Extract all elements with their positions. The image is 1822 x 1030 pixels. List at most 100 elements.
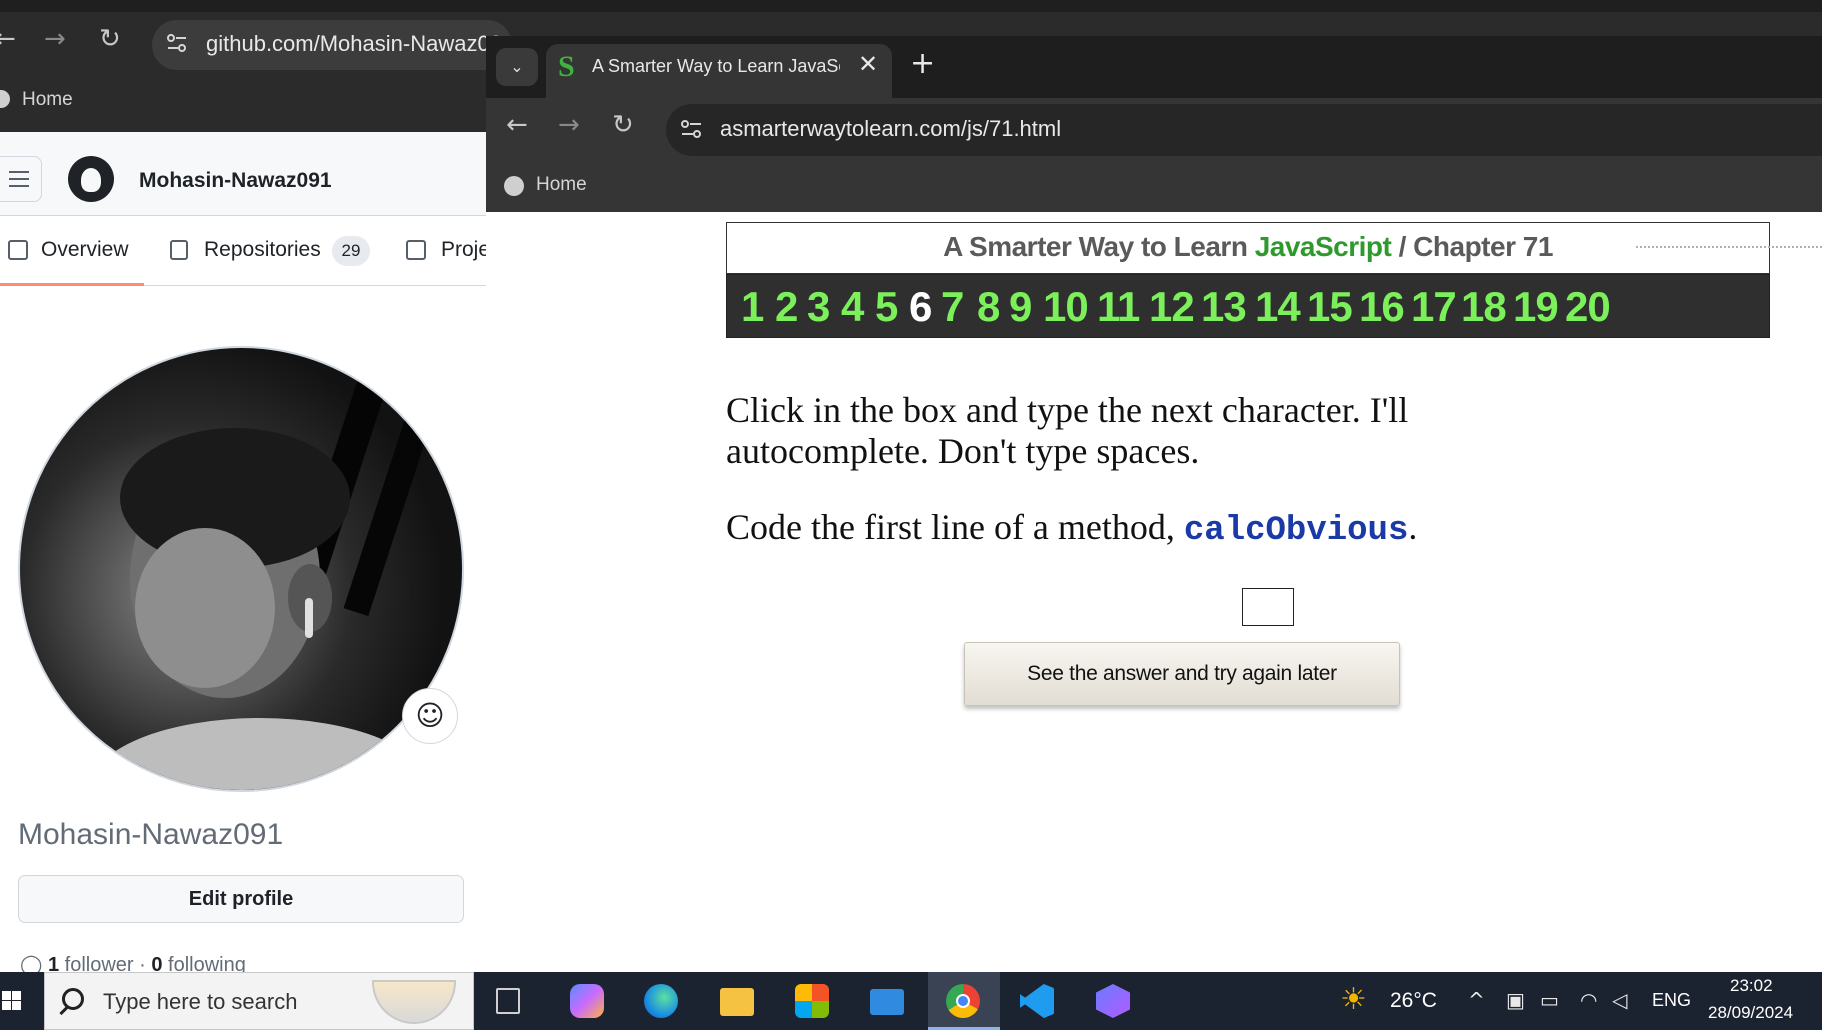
- taskbar: Type here to search ☀ 26°C ^ ▣ ▭ ◠ ◁ ENG…: [0, 972, 1822, 1030]
- chapter-exercise-link[interactable]: 10: [1043, 283, 1089, 331]
- repo-icon: [170, 240, 188, 260]
- clock-date[interactable]: 28/09/2024: [1708, 1003, 1793, 1023]
- followers-label[interactable]: follower: [65, 954, 134, 972]
- back-arrow-icon[interactable]: ←: [0, 26, 16, 52]
- volume-icon[interactable]: ◁: [1612, 988, 1627, 1012]
- bookmarks-bar: [486, 162, 1822, 212]
- language-indicator[interactable]: ENG: [1652, 990, 1691, 1011]
- reload-icon[interactable]: ↻: [612, 112, 634, 138]
- clock-time[interactable]: 23:02: [1730, 976, 1773, 996]
- chapter-exercise-link[interactable]: 12: [1149, 283, 1195, 331]
- reload-icon[interactable]: ↻: [99, 26, 121, 52]
- smarter-way-favicon-icon: S: [558, 50, 575, 83]
- chapter-exercise-link[interactable]: 13: [1201, 283, 1247, 331]
- site-settings-icon[interactable]: [166, 32, 188, 54]
- instruction-text: Click in the box and type the next chara…: [726, 390, 1409, 471]
- edit-profile-button[interactable]: Edit profile: [18, 875, 464, 923]
- see-answer-button[interactable]: See the answer and try again later: [964, 642, 1400, 706]
- edge-icon[interactable]: [644, 984, 678, 1018]
- site-settings-icon[interactable]: [680, 117, 704, 141]
- following-count[interactable]: 0: [151, 954, 162, 972]
- copilot-icon[interactable]: [570, 984, 604, 1018]
- bookmark-home[interactable]: Home: [22, 89, 73, 111]
- globe-icon: [504, 176, 524, 196]
- tab-title[interactable]: A Smarter Way to Learn JavaScri: [592, 56, 840, 77]
- chapter-exercise-link[interactable]: 18: [1461, 283, 1507, 331]
- task-view-icon[interactable]: [496, 988, 520, 1014]
- back-url-text[interactable]: github.com/Mohasin-Nawaz09: [206, 31, 502, 57]
- chapter-exercise-link[interactable]: 6: [909, 283, 932, 331]
- chapter-exercise-link[interactable]: 16: [1359, 283, 1405, 331]
- vscode-icon[interactable]: [1020, 984, 1054, 1018]
- chapter-exercise-link[interactable]: 2: [775, 283, 798, 331]
- header-chapter: / Chapter 71: [1398, 231, 1554, 262]
- page-header: A Smarter Way to Learn JavaScript / Chap…: [726, 222, 1770, 274]
- followers-line: ◯ 1 follower · 0 following: [20, 952, 246, 972]
- table-icon: [406, 240, 426, 260]
- header-javascript: JavaScript: [1254, 231, 1392, 262]
- wifi-icon[interactable]: ◠: [1580, 988, 1597, 1012]
- chapter-exercise-link[interactable]: 5: [875, 283, 898, 331]
- chapter-exercise-link[interactable]: 11: [1097, 283, 1140, 331]
- header-username[interactable]: Mohasin-Nawaz091: [139, 169, 332, 193]
- hamburger-menu-button[interactable]: [0, 156, 42, 202]
- chapter-exercise-link[interactable]: 17: [1411, 283, 1457, 331]
- search-icon: [62, 988, 84, 1010]
- forward-arrow-icon[interactable]: →: [44, 26, 66, 52]
- windows-start-button[interactable]: [0, 972, 44, 1030]
- tab-projects[interactable]: Proje: [441, 238, 486, 262]
- back-tab-strip: [0, 0, 1822, 12]
- profile-username: Mohasin-Nawaz091: [18, 818, 284, 851]
- smiley-icon[interactable]: ☺: [402, 688, 458, 744]
- battery-icon[interactable]: ▭: [1540, 988, 1559, 1012]
- github-logo-icon[interactable]: [68, 156, 114, 202]
- copilot-app-icon[interactable]: [1096, 984, 1130, 1018]
- chapter-exercise-link[interactable]: 8: [977, 283, 1000, 331]
- close-tab-icon[interactable]: ✕: [858, 50, 878, 78]
- camera-icon[interactable]: ▣: [1506, 988, 1525, 1012]
- search-placeholder[interactable]: Type here to search: [103, 989, 297, 1015]
- avatar[interactable]: [18, 346, 464, 792]
- chapter-exercise-link[interactable]: 7: [941, 283, 964, 331]
- mail-icon[interactable]: [870, 989, 904, 1015]
- forward-arrow-icon[interactable]: →: [558, 112, 580, 138]
- github-header: Mohasin-Nawaz091: [0, 132, 486, 216]
- followers-count[interactable]: 1: [48, 954, 59, 972]
- chapter-exercise-link[interactable]: 3: [807, 283, 830, 331]
- weather-temperature[interactable]: 26°C: [1390, 989, 1437, 1013]
- active-tab-indicator: [0, 283, 144, 286]
- chrome-browser-window: ⌄ S A Smarter Way to Learn JavaScri ✕ + …: [486, 36, 1822, 972]
- ms-store-icon[interactable]: [795, 984, 829, 1018]
- people-icon: ◯: [20, 954, 43, 972]
- new-tab-button[interactable]: +: [910, 46, 935, 81]
- task-code: calcObvious: [1183, 512, 1409, 550]
- tab-overview[interactable]: Overview: [41, 238, 129, 262]
- task-text: Code the first line of a method, calcObv…: [726, 506, 1417, 550]
- weather-icon[interactable]: ☀: [1340, 982, 1367, 1017]
- url-text[interactable]: asmarterwaytolearn.com/js/71.html: [720, 116, 1061, 142]
- chapter-exercise-link[interactable]: 15: [1307, 283, 1353, 331]
- chapter-exercise-link[interactable]: 19: [1513, 283, 1559, 331]
- chapter-exercise-link[interactable]: 4: [841, 283, 864, 331]
- chapter-exercise-nav: 1 2 3 4 5 6 7 8 9 10 11 12 13 14 15 16 17 18 19 20: [726, 274, 1770, 338]
- chapter-exercise-link[interactable]: 1: [741, 283, 764, 331]
- chapter-exercise-link[interactable]: 9: [1009, 283, 1032, 331]
- tab-search-button[interactable]: ⌄: [496, 48, 538, 86]
- chapter-exercise-link[interactable]: 20: [1565, 283, 1611, 331]
- header-prefix: A Smarter Way to Learn: [943, 231, 1248, 262]
- chrome-icon[interactable]: [946, 984, 980, 1018]
- bookmark-home[interactable]: Home: [536, 174, 587, 196]
- profile-tabs: Overview Repositories 29 Proje: [0, 216, 486, 286]
- separator: ·: [139, 954, 146, 972]
- task-suffix: .: [1408, 507, 1418, 547]
- answer-input[interactable]: [1242, 588, 1294, 626]
- tab-repositories[interactable]: Repositories: [204, 238, 321, 262]
- chevron-up-icon[interactable]: ^: [1468, 988, 1485, 1012]
- chapter-exercise-link[interactable]: 14: [1255, 283, 1301, 331]
- avatar-photo: [90, 369, 443, 790]
- file-explorer-icon[interactable]: [720, 988, 754, 1016]
- book-icon: [8, 240, 28, 260]
- back-arrow-icon[interactable]: ←: [506, 112, 528, 138]
- github-profile-page: Mohasin-Nawaz091 Overview Repositories 2…: [0, 132, 486, 972]
- following-label[interactable]: following: [168, 954, 246, 972]
